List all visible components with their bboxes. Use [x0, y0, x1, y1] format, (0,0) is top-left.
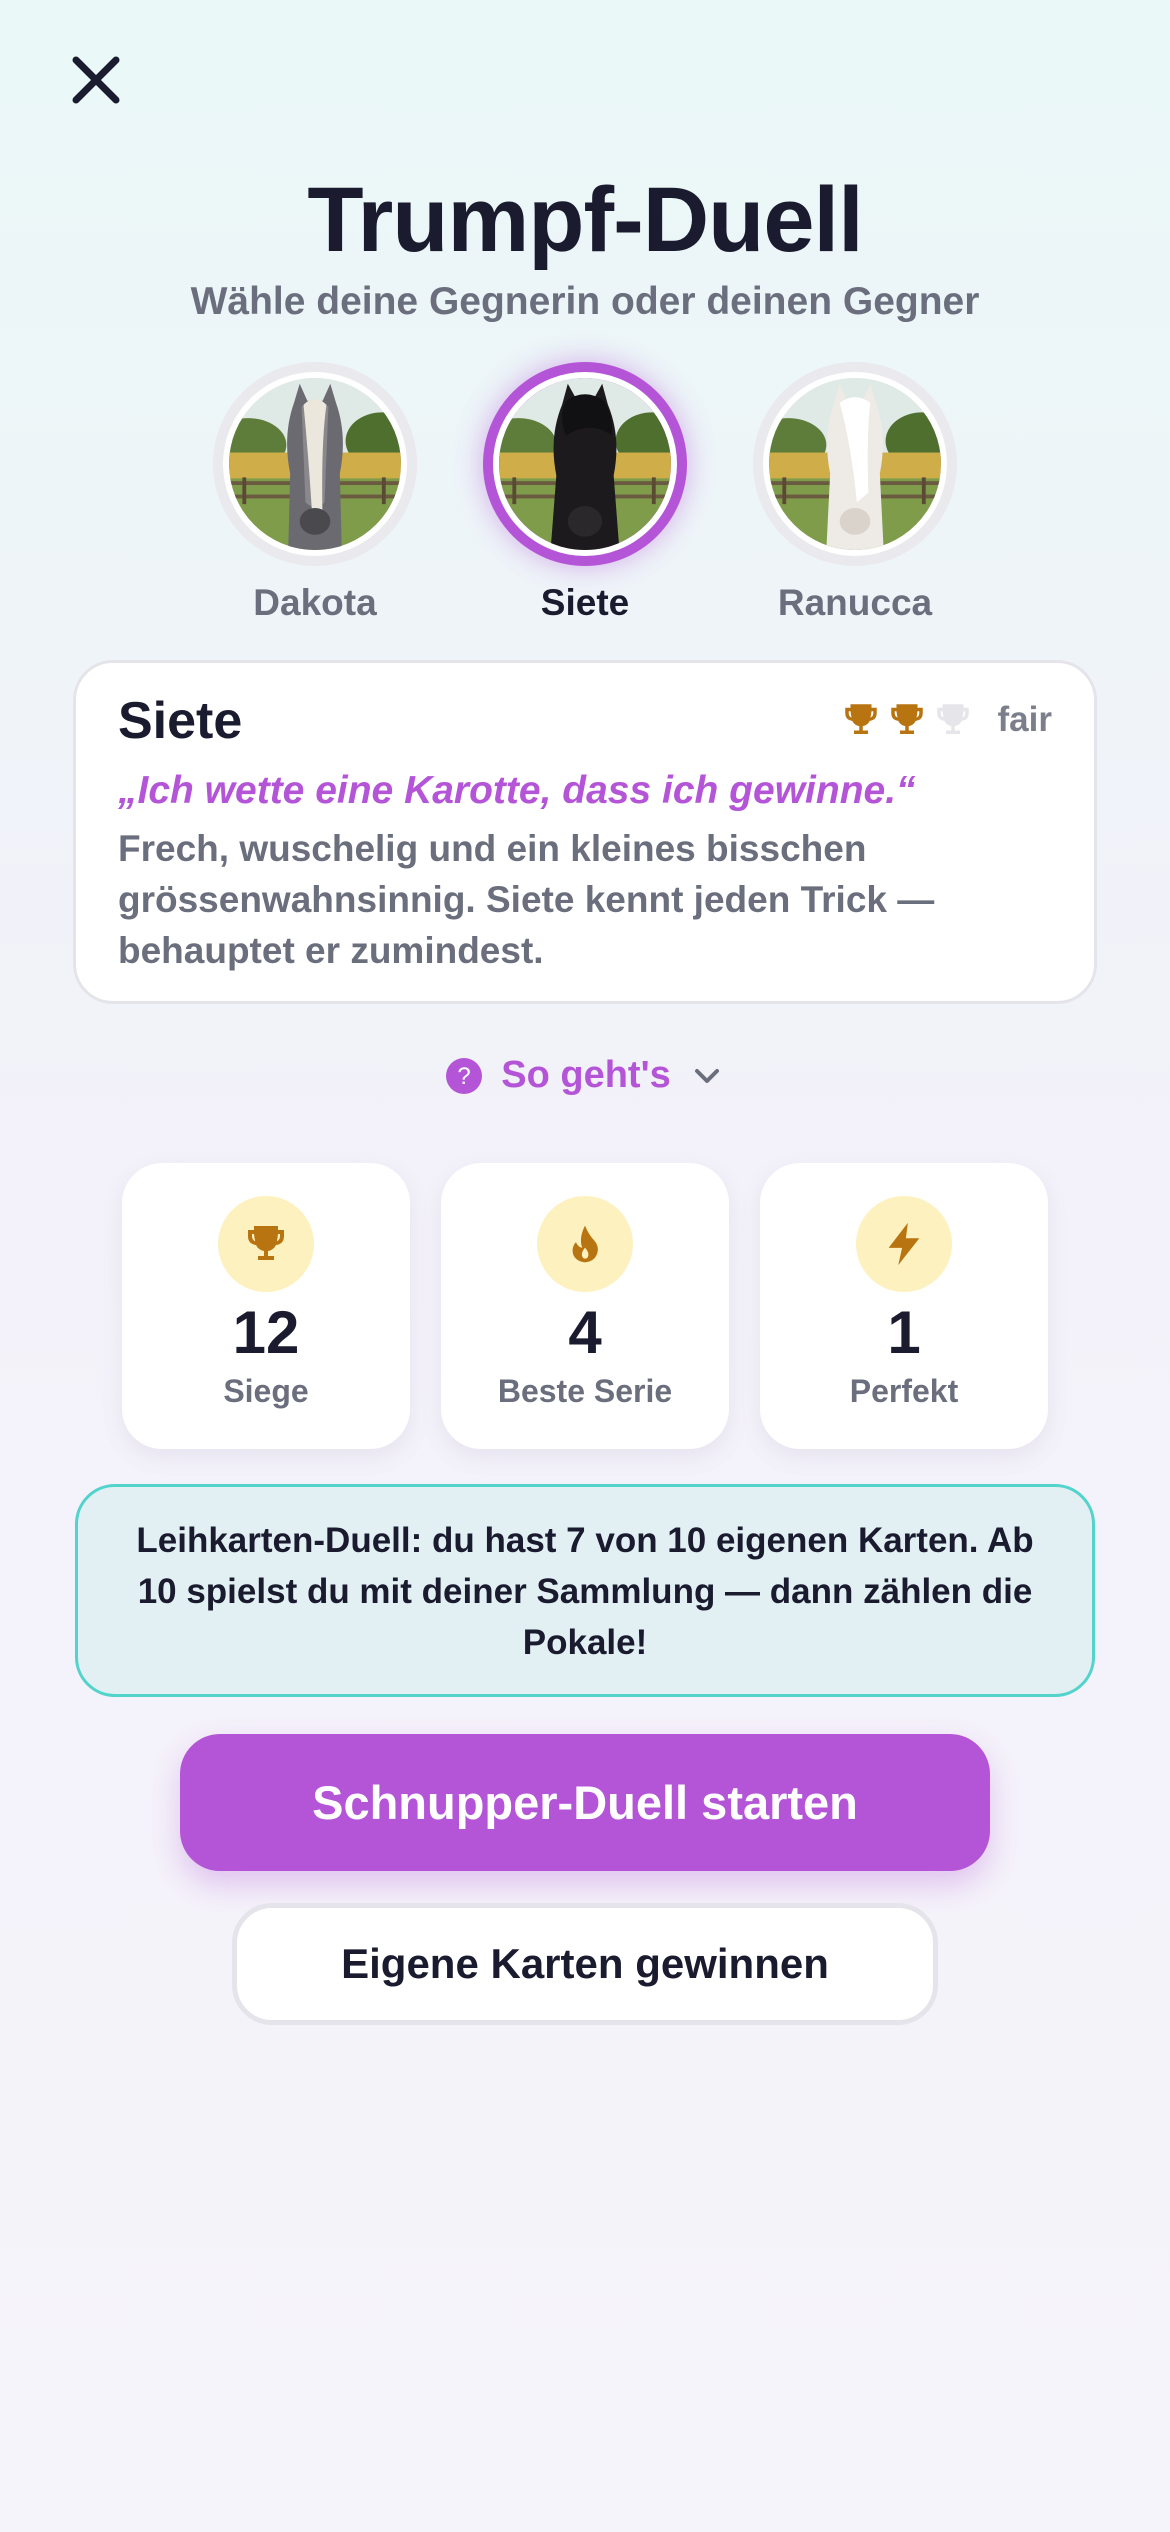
- lightning-icon: [888, 1222, 920, 1266]
- stat-best-streak: 4 Beste Serie: [441, 1163, 729, 1449]
- profile-description: Frech, wuschelig und ein kleines bissche…: [118, 828, 935, 971]
- help-icon: ?: [446, 1057, 483, 1094]
- win-own-cards-button[interactable]: Eigene Karten gewinnen: [232, 1903, 938, 2025]
- stat-label: Perfekt: [849, 1373, 959, 1409]
- avatar: [763, 372, 947, 556]
- how-it-works-label: So geht's: [501, 1054, 671, 1096]
- trophy-icon: [248, 1226, 284, 1260]
- flame-icon: [572, 1225, 598, 1263]
- opponent-dakota[interactable]: Dakota: [210, 362, 420, 624]
- opponent-ranucca[interactable]: Ranucca: [750, 362, 960, 624]
- horse-photo-dakota: [229, 378, 401, 550]
- stats-row: 12 Siege 4 Beste Serie 1 Perfekt: [122, 1163, 1048, 1449]
- close-icon: [72, 56, 120, 104]
- close-button[interactable]: [66, 50, 126, 110]
- stat-label: Siege: [223, 1373, 309, 1409]
- stat-label: Beste Serie: [497, 1373, 673, 1409]
- opponent-name: Ranucca: [777, 582, 933, 623]
- stat-wins: 12 Siege: [122, 1163, 410, 1449]
- trophy-icon: [844, 704, 877, 734]
- stat-value: 4: [568, 1299, 602, 1366]
- chevron-down-icon: [694, 1068, 719, 1083]
- stat-value: 12: [232, 1299, 300, 1366]
- stat-value: 1: [887, 1299, 921, 1366]
- page-title: Trumpf-Duell: [307, 169, 863, 271]
- profile-quote: „Ich wette eine Karotte, dass ich gewinn…: [118, 769, 916, 812]
- opponent-siete[interactable]: Siete: [480, 362, 690, 624]
- how-it-works-toggle[interactable]: ? So geht's: [0, 1054, 1170, 1097]
- horse-photo-siete: [499, 378, 671, 550]
- avatar: [223, 372, 407, 556]
- loan-cards-notice: Leihkarten-Duell: du hast 7 von 10 eigen…: [75, 1484, 1095, 1697]
- page-subtitle: Wähle deine Gegnerin oder deinen Gegner: [190, 280, 980, 323]
- opponent-picker: Dakota Siete Ranucca: [0, 362, 1170, 632]
- opponent-name: Siete: [540, 582, 630, 623]
- opponent-profile-card: Siete fair „Ich wette eine Karotte, dass…: [73, 660, 1097, 1004]
- difficulty-rating: fair: [840, 699, 1052, 741]
- trophy-empty-icon: [936, 704, 969, 734]
- avatar-ring: [483, 362, 687, 566]
- avatar-ring: [753, 362, 957, 566]
- difficulty-label: fair: [997, 700, 1052, 739]
- avatar: [493, 372, 677, 556]
- horse-photo-ranucca: [769, 378, 941, 550]
- opponent-name: Dakota: [253, 582, 377, 623]
- stat-perfect: 1 Perfekt: [760, 1163, 1048, 1449]
- start-trial-duel-button[interactable]: Schnupper-Duell starten: [180, 1734, 990, 1871]
- svg-text:?: ?: [458, 1063, 471, 1090]
- trophy-icon: [890, 704, 923, 734]
- avatar-ring: [213, 362, 417, 566]
